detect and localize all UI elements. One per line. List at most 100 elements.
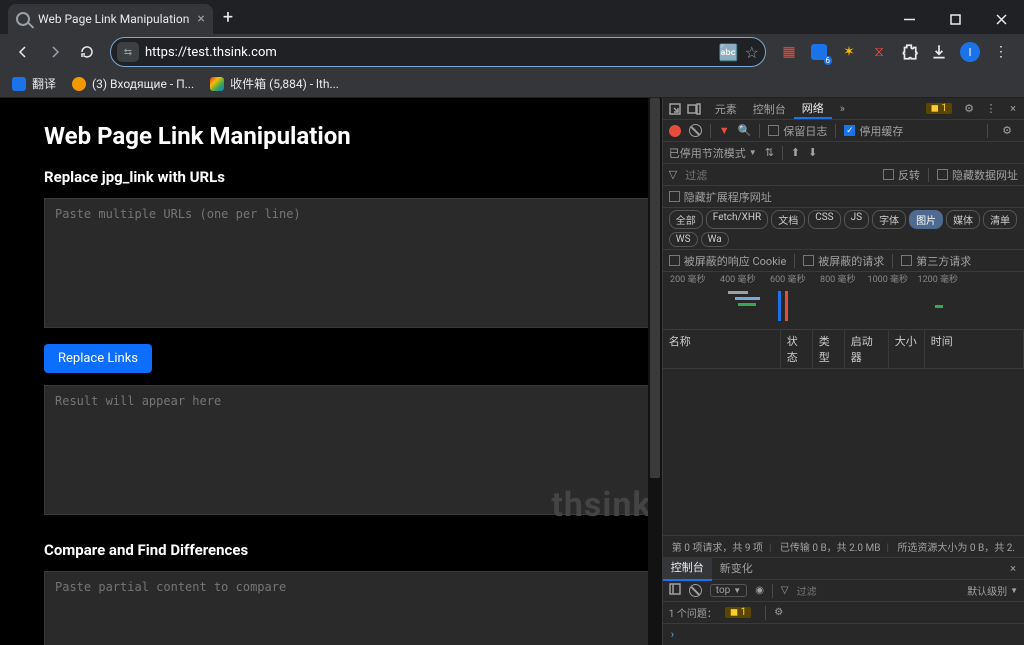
- bookmark-label: 收件箱 (5,884) - lth...: [230, 75, 339, 92]
- scrollbar-thumb[interactable]: [650, 98, 660, 478]
- upload-icon[interactable]: ⬆: [791, 146, 800, 159]
- new-tab-button[interactable]: +: [223, 7, 233, 28]
- devtools-tab-more[interactable]: »: [832, 98, 853, 119]
- inspect-icons[interactable]: [663, 98, 707, 119]
- ext-icon-1[interactable]: ▦: [780, 43, 798, 61]
- drawer-close-icon[interactable]: ×: [1002, 562, 1024, 575]
- clear-button[interactable]: [689, 124, 702, 137]
- bookmark-item[interactable]: 收件箱 (5,884) - lth...: [210, 75, 339, 92]
- search-icon[interactable]: 🔍: [738, 124, 752, 137]
- console-settings-icon[interactable]: ⚙: [774, 607, 783, 618]
- col-status[interactable]: 状态: [781, 330, 813, 368]
- resource-type-chips: 全部Fetch/XHR文档CSSJS字体图片媒体清单 WSWa: [663, 208, 1024, 250]
- hide-data-checkbox[interactable]: 隐藏数据网址: [937, 167, 1018, 183]
- disable-cache-checkbox[interactable]: ✓停用缓存: [844, 123, 903, 139]
- maximize-button[interactable]: [932, 4, 978, 34]
- ext-icon-2[interactable]: 6: [810, 43, 828, 61]
- translate-icon[interactable]: 🔤: [719, 43, 739, 62]
- chip-图片[interactable]: 图片: [909, 210, 943, 229]
- network-timeline[interactable]: 200 毫秒400 毫秒600 毫秒800 毫秒1000 毫秒1200 毫秒: [663, 272, 1024, 330]
- chip-css[interactable]: CSS: [808, 210, 840, 229]
- blocked-cookie-checkbox[interactable]: 被屏蔽的响应 Cookie: [669, 253, 787, 269]
- devtools-tab-elements[interactable]: 元素: [707, 98, 745, 119]
- filter-input[interactable]: 过滤: [685, 167, 875, 183]
- bookmark-item[interactable]: 翻译: [12, 75, 56, 92]
- console-sidebar-icon[interactable]: [669, 583, 681, 598]
- log-level-select[interactable]: 默认级别 ▼: [967, 583, 1018, 598]
- content-area: Web Page Link Manipulation Replace jpg_l…: [0, 98, 1024, 645]
- chip-ws[interactable]: WS: [669, 232, 698, 247]
- chip-fetch/xhr[interactable]: Fetch/XHR: [706, 210, 768, 229]
- browser-toolbar: ⇆ https://test.thsink.com 🔤 ☆ ▦ 6 ✶ ⧖ I …: [0, 34, 1024, 70]
- bookmark-star-icon[interactable]: ☆: [745, 43, 759, 62]
- ext-icon-3[interactable]: ✶: [840, 43, 858, 61]
- network-settings-icon[interactable]: ⚙: [996, 124, 1018, 137]
- drawer-tab-console[interactable]: 控制台: [663, 557, 712, 581]
- browser-tab[interactable]: Web Page Link Manipulation ×: [8, 4, 213, 34]
- console-toolbar: top ▼ ◉ ▽ 过滤 默认级别 ▼: [663, 580, 1024, 602]
- chip-清单[interactable]: 清单: [983, 210, 1017, 229]
- ext-icon-4[interactable]: ⧖: [870, 43, 888, 61]
- profile-avatar[interactable]: I: [960, 42, 980, 62]
- throttle-select[interactable]: 已停用节流模式 ▼: [669, 145, 757, 161]
- col-type[interactable]: 类型: [813, 330, 845, 368]
- tab-strip: Web Page Link Manipulation × +: [0, 4, 233, 34]
- chip-js[interactable]: JS: [844, 210, 869, 229]
- col-size[interactable]: 大小: [889, 330, 925, 368]
- compare-input[interactable]: [44, 571, 658, 645]
- devtools-tab-console[interactable]: 控制台: [745, 98, 794, 119]
- extensions-menu-icon[interactable]: [900, 43, 918, 61]
- back-button[interactable]: [8, 37, 38, 67]
- live-expr-icon[interactable]: ◉: [755, 585, 764, 596]
- menu-icon[interactable]: ⋮: [992, 43, 1010, 61]
- bookmark-item[interactable]: (3) Входящие - П...: [72, 77, 194, 91]
- blocked-req-checkbox[interactable]: 被屏蔽的请求: [803, 253, 884, 269]
- tab-close-icon[interactable]: ×: [197, 11, 204, 27]
- download-icon[interactable]: [930, 43, 948, 61]
- issues-badge[interactable]: ◼ 1: [725, 607, 751, 618]
- download-har-icon[interactable]: ⬇: [808, 146, 817, 159]
- result-output[interactable]: [44, 385, 658, 515]
- forward-button[interactable]: [40, 37, 70, 67]
- devtools-tab-network[interactable]: 网络: [794, 98, 832, 119]
- chip-文档[interactable]: 文档: [771, 210, 805, 229]
- url-text[interactable]: https://test.thsink.com: [145, 45, 713, 60]
- hide-ext-checkbox[interactable]: 隐藏扩展程序网址: [669, 189, 772, 205]
- console-filter-input[interactable]: 过滤: [797, 583, 817, 598]
- network-toolbar-2: 已停用节流模式 ▼ ⇅ ⬆ ⬇: [663, 142, 1024, 164]
- console-clear-icon[interactable]: [689, 584, 702, 597]
- page-scrollbar[interactable]: [648, 98, 662, 645]
- bookmark-label: 翻译: [32, 75, 56, 92]
- exec-context-select[interactable]: top ▼: [710, 584, 747, 597]
- filter-toggle-icon[interactable]: ▼: [719, 124, 730, 137]
- timeline-label: 600 毫秒: [763, 272, 813, 285]
- urls-input[interactable]: [44, 198, 658, 328]
- chip-字体[interactable]: 字体: [872, 210, 906, 229]
- filter-icon[interactable]: ▽: [669, 168, 677, 181]
- col-name[interactable]: 名称: [663, 330, 781, 368]
- close-window-button[interactable]: [978, 4, 1024, 34]
- invert-checkbox[interactable]: 反转: [883, 167, 920, 183]
- chip-wa[interactable]: Wa: [701, 232, 729, 247]
- reload-button[interactable]: [72, 37, 102, 67]
- replace-links-button[interactable]: Replace Links: [44, 344, 152, 373]
- network-filter-row: ▽ 过滤 反转 隐藏数据网址: [663, 164, 1024, 186]
- col-time[interactable]: 时间: [925, 330, 1024, 368]
- devtools-drawer: 控制台 新变化 × top ▼ ◉ ▽ 过滤 默认级别 ▼ 1 个问题： ◼ 1: [663, 557, 1024, 645]
- chip-媒体[interactable]: 媒体: [946, 210, 980, 229]
- record-button[interactable]: [669, 125, 681, 137]
- devtools-close-icon[interactable]: ×: [1002, 102, 1024, 115]
- warnings-badge[interactable]: ◼ 1: [926, 103, 952, 114]
- chip-全部[interactable]: 全部: [669, 210, 703, 229]
- wifi-icon[interactable]: ⇅: [765, 146, 774, 159]
- site-info-icon[interactable]: ⇆: [117, 42, 139, 62]
- console-body[interactable]: ›: [663, 624, 1024, 645]
- devtools-settings-icon[interactable]: ⚙: [958, 102, 980, 115]
- address-bar[interactable]: ⇆ https://test.thsink.com 🔤 ☆: [110, 37, 766, 67]
- third-party-checkbox[interactable]: 第三方请求: [901, 253, 971, 269]
- col-initiator[interactable]: 启动器: [845, 330, 889, 368]
- minimize-button[interactable]: [886, 4, 932, 34]
- devtools-menu-icon[interactable]: ⋮: [980, 102, 1002, 115]
- drawer-tab-changes[interactable]: 新变化: [712, 558, 761, 580]
- preserve-log-checkbox[interactable]: 保留日志: [768, 123, 827, 139]
